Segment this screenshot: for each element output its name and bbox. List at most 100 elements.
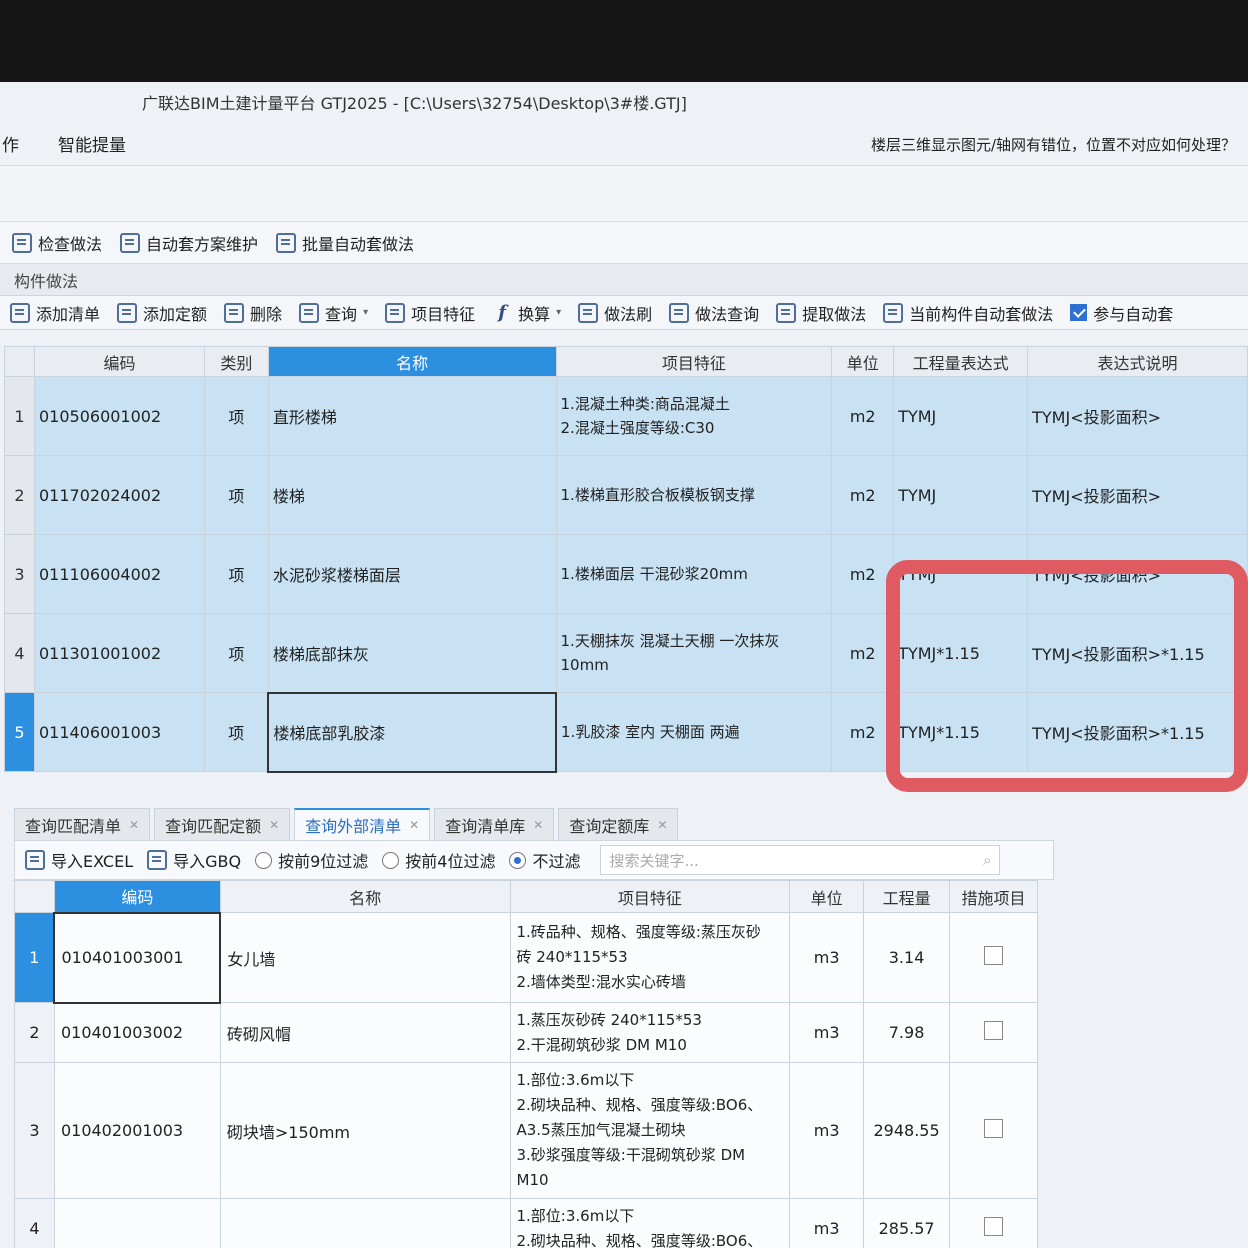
- header-unit[interactable]: 单位: [789, 880, 865, 913]
- table-row-selected[interactable]: 5 011406001003 项 楼梯底部乳胶漆 1.乳胶漆 室内 天棚面 两遍…: [4, 691, 1248, 773]
- name-cell[interactable]: 楼梯: [267, 455, 557, 535]
- feature-cell[interactable]: 1.楼梯直形胶合板模板钢支撑: [555, 455, 833, 535]
- import-excel-button[interactable]: 导入EXCEL: [25, 848, 133, 872]
- expression-cell[interactable]: TYMJ: [893, 455, 1029, 535]
- code-cell[interactable]: 011406001003: [33, 692, 205, 772]
- feature-cell[interactable]: 1.部位:3.6m以下 2.砌块品种、规格、强度等级:BO6、 A3.5蒸压加气…: [509, 1062, 791, 1199]
- row-number[interactable]: 3: [14, 1062, 55, 1199]
- header-name[interactable]: 名称: [219, 880, 511, 913]
- no-filter-radio[interactable]: 不过滤: [509, 848, 580, 872]
- description-cell[interactable]: TYMJ<投影面积>: [1027, 376, 1248, 456]
- description-cell[interactable]: TYMJ<投影面积>*1.15: [1027, 692, 1248, 772]
- unit-cell[interactable]: m3: [789, 1002, 865, 1063]
- type-cell[interactable]: 项: [203, 455, 269, 535]
- header-feature[interactable]: 项目特征: [555, 346, 833, 377]
- header-description[interactable]: 表达式说明: [1027, 346, 1248, 377]
- name-cell[interactable]: 砖砌风帽: [219, 1002, 511, 1063]
- close-icon[interactable]: ✕: [409, 818, 419, 832]
- description-cell[interactable]: TYMJ<投影面积>: [1027, 455, 1248, 535]
- tab-quota-library[interactable]: 查询定额库 ✕: [558, 808, 679, 840]
- row-number[interactable]: 4: [4, 613, 35, 693]
- description-cell[interactable]: TYMJ<投影面积>*1.15: [1027, 613, 1248, 693]
- quantity-cell[interactable]: 3.14: [863, 912, 951, 1003]
- row-number[interactable]: 5: [4, 692, 35, 772]
- table-row[interactable]: 3 011106004002 项 水泥砂浆楼梯面层 1.楼梯面层 干混砂浆20m…: [4, 534, 1248, 614]
- add-quota-button[interactable]: 添加定额: [117, 301, 207, 325]
- item-feature-button[interactable]: 项目特征: [385, 301, 475, 325]
- code-cell[interactable]: 010402001003: [53, 1062, 221, 1199]
- expression-cell[interactable]: TYMJ*1.15: [893, 613, 1029, 693]
- delete-button[interactable]: 删除: [224, 301, 282, 325]
- type-cell[interactable]: 项: [203, 534, 269, 614]
- close-icon[interactable]: ✕: [533, 818, 543, 832]
- feature-cell[interactable]: 1.蒸压灰砂砖 240*115*53 2.干混砌筑砂浆 DM M10: [509, 1002, 791, 1063]
- auto-scheme-button[interactable]: 自动套方案维护: [120, 231, 258, 255]
- row-number[interactable]: 1: [14, 912, 55, 1003]
- code-cell[interactable]: 011702024002: [33, 455, 205, 535]
- row-number[interactable]: 4: [14, 1198, 55, 1248]
- type-cell[interactable]: 项: [203, 613, 269, 693]
- measure-cell[interactable]: [949, 1062, 1038, 1199]
- close-icon[interactable]: ✕: [269, 818, 279, 832]
- table-row[interactable]: 4 1.部位:3.6m以下 2.砌块品种、规格、强度等级:BO6、 m3 285…: [14, 1198, 1038, 1248]
- tab-match-quota[interactable]: 查询匹配定额 ✕: [154, 808, 291, 840]
- name-cell[interactable]: 楼梯底部抹灰: [267, 613, 557, 693]
- unit-cell[interactable]: m2: [831, 692, 895, 772]
- measure-cell[interactable]: [949, 1198, 1038, 1248]
- unit-cell[interactable]: m3: [789, 1198, 865, 1248]
- row-number[interactable]: 1: [4, 376, 35, 456]
- feature-cell[interactable]: 1.砖品种、规格、强度等级:蒸压灰砂 砖 240*115*53 2.墙体类型:混…: [509, 912, 791, 1003]
- query-dropdown[interactable]: 查询 ▾: [299, 301, 368, 325]
- row-number[interactable]: 2: [4, 455, 35, 535]
- name-cell[interactable]: 女儿墙: [219, 912, 511, 1003]
- menu-item-smart-quantity[interactable]: 智能提量: [58, 131, 126, 156]
- method-query-button[interactable]: 做法查询: [669, 301, 759, 325]
- table-row[interactable]: 4 011301001002 项 楼梯底部抹灰 1.天棚抹灰 混凝土天棚 一次抹…: [4, 613, 1248, 693]
- row-number[interactable]: 3: [4, 534, 35, 614]
- header-code[interactable]: 编码: [33, 346, 205, 377]
- header-type[interactable]: 类别: [203, 346, 269, 377]
- measure-cell[interactable]: [949, 912, 1038, 1003]
- unit-cell[interactable]: m2: [831, 613, 895, 693]
- header-unit[interactable]: 单位: [831, 346, 895, 377]
- feature-cell[interactable]: 1.部位:3.6m以下 2.砌块品种、规格、强度等级:BO6、: [509, 1198, 791, 1248]
- convert-dropdown[interactable]: f 换算 ▾: [492, 301, 561, 325]
- code-cell[interactable]: 010506001002: [33, 376, 205, 456]
- help-hint-link[interactable]: 楼层三维显示图元/轴网有错位，位置不对应如何处理？: [871, 134, 1236, 155]
- header-feature[interactable]: 项目特征: [509, 880, 791, 913]
- header-code[interactable]: 编码: [53, 880, 221, 913]
- batch-auto-button[interactable]: 批量自动套做法: [276, 231, 414, 255]
- close-icon[interactable]: ✕: [657, 818, 667, 832]
- quantity-cell[interactable]: 285.57: [863, 1198, 951, 1248]
- table-row[interactable]: 2 011702024002 项 楼梯 1.楼梯直形胶合板模板钢支撑 m2 TY…: [4, 455, 1248, 535]
- table-row[interactable]: 3 010402001003 砌块墙>150mm 1.部位:3.6m以下 2.砌…: [14, 1062, 1038, 1199]
- feature-cell[interactable]: 1.天棚抹灰 混凝土天棚 一次抹灰 10mm: [555, 613, 833, 693]
- header-quantity[interactable]: 工程量: [863, 880, 951, 913]
- name-cell-active[interactable]: 楼梯底部乳胶漆: [267, 691, 558, 773]
- auto-apply-button[interactable]: 当前构件自动套做法: [883, 301, 1053, 325]
- measure-checkbox[interactable]: [984, 946, 1004, 965]
- import-gbq-button[interactable]: 导入GBQ: [147, 848, 241, 872]
- quantity-cell[interactable]: 7.98: [863, 1002, 951, 1063]
- feature-cell[interactable]: 1.乳胶漆 室内 天棚面 两遍: [555, 692, 833, 772]
- unit-cell[interactable]: m3: [789, 1062, 865, 1199]
- tab-list-library[interactable]: 查询清单库 ✕: [434, 808, 555, 840]
- filter9-radio[interactable]: 按前9位过滤: [255, 848, 368, 872]
- code-cell[interactable]: 010401003002: [53, 1002, 221, 1063]
- type-cell[interactable]: 项: [203, 376, 269, 456]
- tab-match-list[interactable]: 查询匹配清单 ✕: [14, 808, 151, 840]
- feature-cell[interactable]: 1.混凝土种类:商品混凝土 2.混凝土强度等级:C30: [555, 376, 833, 456]
- close-icon[interactable]: ✕: [129, 818, 139, 832]
- unit-cell[interactable]: m3: [789, 912, 865, 1003]
- row-number[interactable]: 2: [14, 1002, 55, 1063]
- method-brush-button[interactable]: 做法刷: [578, 301, 652, 325]
- header-name[interactable]: 名称: [267, 346, 557, 377]
- expression-cell[interactable]: TYMJ: [893, 376, 1029, 456]
- unit-cell[interactable]: m2: [831, 376, 895, 456]
- unit-cell[interactable]: m2: [831, 455, 895, 535]
- table-row[interactable]: 1 010506001002 项 直形楼梯 1.混凝土种类:商品混凝土 2.混凝土…: [4, 376, 1248, 456]
- measure-cell[interactable]: [949, 1002, 1038, 1063]
- expression-cell[interactable]: TYMJ*1.15: [893, 692, 1029, 772]
- search-icon[interactable]: ⌕: [983, 851, 991, 869]
- feature-cell[interactable]: 1.楼梯面层 干混砂浆20mm: [555, 534, 833, 614]
